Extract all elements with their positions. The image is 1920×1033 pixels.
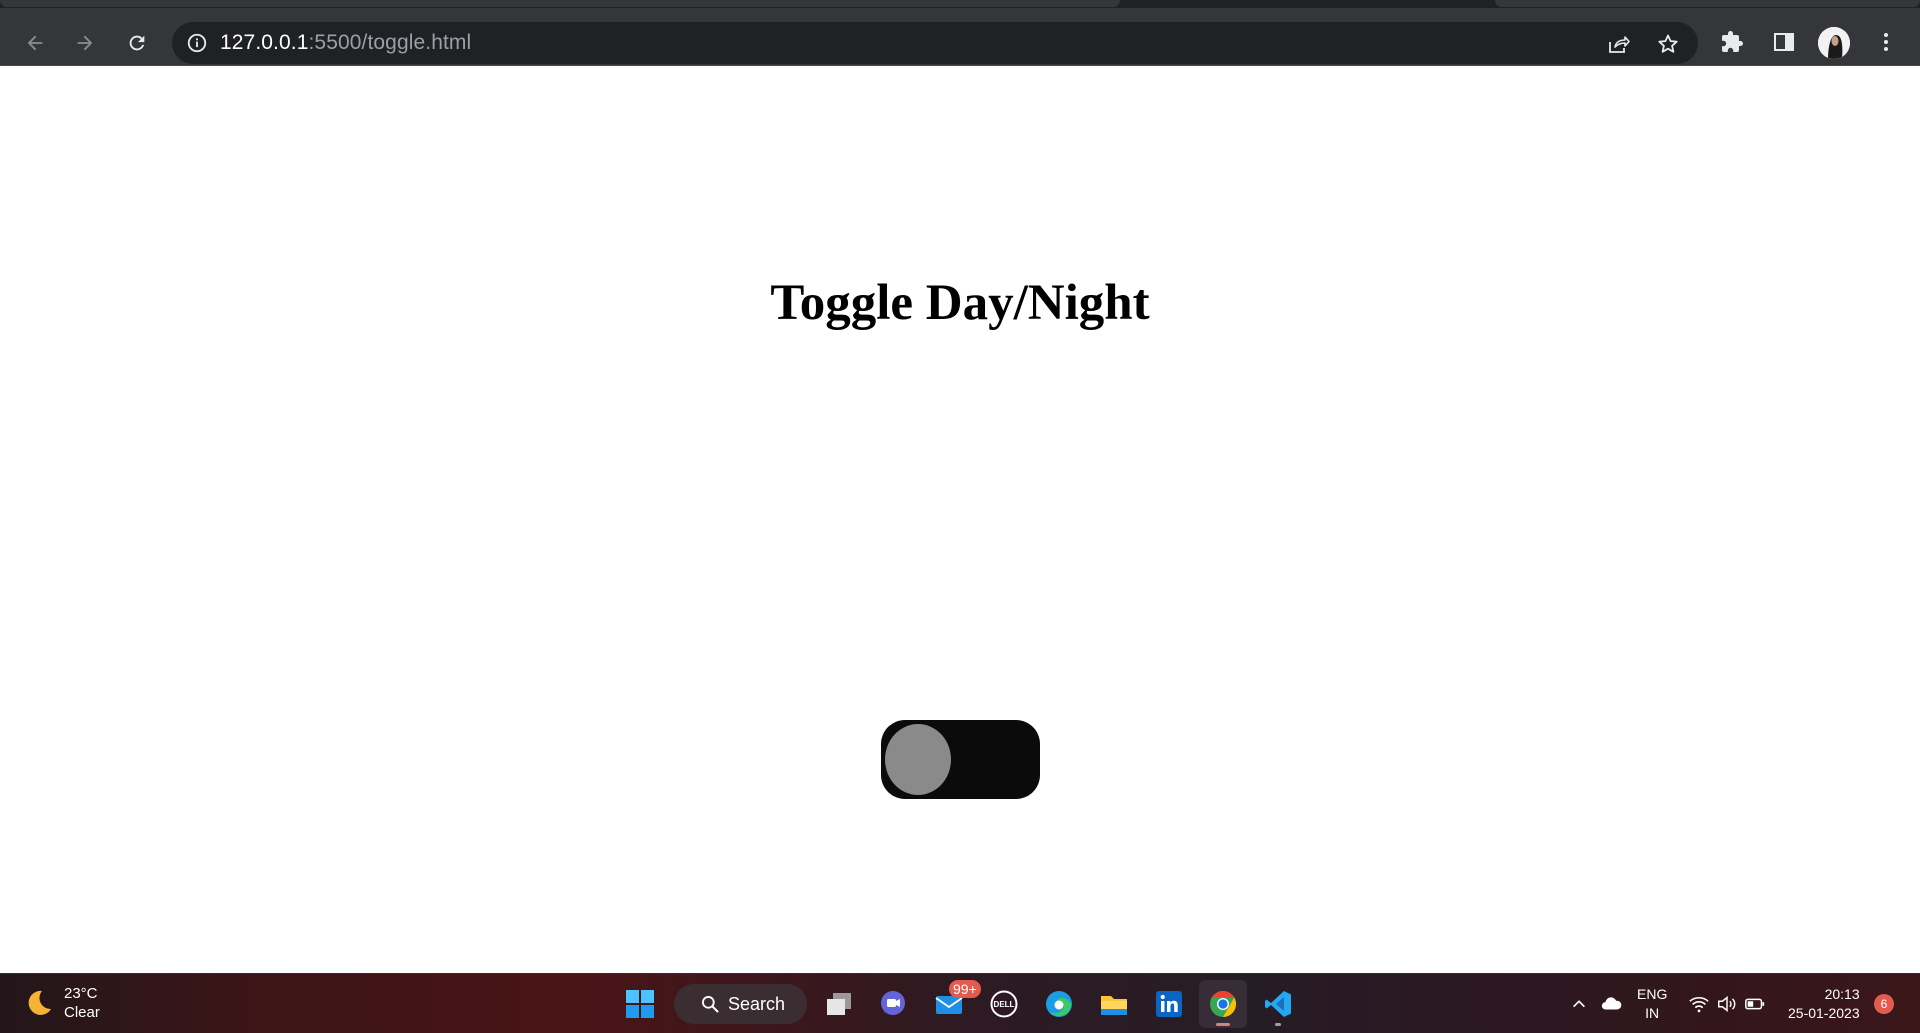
weather-condition: Clear [64, 1004, 100, 1021]
mail-badge: 99+ [949, 980, 981, 998]
day-night-toggle[interactable] [881, 720, 1040, 799]
info-icon [187, 33, 207, 53]
vscode-icon [1265, 991, 1291, 1017]
chrome-menu-button[interactable] [1872, 28, 1900, 56]
linkedin-icon [1156, 991, 1182, 1017]
teams-chat-icon [881, 991, 905, 1015]
mail-button[interactable]: 99+ [925, 980, 981, 1028]
side-panel-button[interactable] [1770, 28, 1798, 56]
clock-date: 25-01-2023 [1788, 1005, 1860, 1021]
start-button[interactable] [616, 980, 664, 1028]
show-hidden-icons-button[interactable] [1570, 974, 1588, 1033]
windows-taskbar: 23°C Clear Search 99+ DELL ENG IN 20:13 … [0, 973, 1920, 1033]
extensions-button[interactable] [1718, 28, 1746, 56]
moon-icon [28, 990, 51, 1015]
task-view-icon [827, 993, 851, 1015]
reload-icon [129, 35, 145, 51]
network-volume-battery-button[interactable] [1688, 974, 1766, 1033]
search-icon [702, 996, 719, 1013]
notification-badge[interactable]: 6 [1874, 994, 1894, 1014]
bookmark-button[interactable] [1656, 32, 1680, 56]
share-button[interactable] [1606, 32, 1630, 56]
edge-button[interactable] [1035, 980, 1083, 1028]
onedrive-button[interactable] [1600, 974, 1622, 1033]
url-text[interactable]: 127.0.0.1:5500/toggle.html [220, 31, 471, 55]
edge-icon [1046, 991, 1072, 1017]
taskbar-search[interactable]: Search [674, 984, 807, 1024]
tab-inactive[interactable] [1495, 0, 1920, 7]
wifi-icon [1689, 997, 1709, 1013]
volume-icon [1718, 996, 1736, 1012]
side-panel-icon [1774, 33, 1794, 51]
weather-widget[interactable]: 23°C Clear [22, 984, 100, 1022]
site-info-button[interactable] [186, 32, 208, 54]
language-code: ENG [1637, 986, 1668, 1002]
share-icon [1609, 36, 1630, 53]
kebab-menu-icon [1884, 33, 1888, 51]
url-path: :5500/toggle.html [308, 31, 472, 54]
forward-button[interactable] [68, 26, 102, 60]
url-host: 127.0.0.1 [220, 31, 309, 54]
reload-button[interactable] [120, 26, 154, 60]
teams-chat-button[interactable] [869, 980, 917, 1028]
chevron-up-icon [1573, 1000, 1585, 1008]
toggle-knob[interactable] [885, 724, 951, 795]
search-label: Search [728, 993, 786, 1014]
windows-logo-icon [626, 990, 654, 1018]
folder-icon [1101, 996, 1127, 1015]
clock[interactable]: 20:13 25-01-2023 [1788, 974, 1860, 1033]
back-button[interactable] [18, 26, 52, 60]
back-arrow-icon [27, 35, 43, 51]
linkedin-button[interactable] [1145, 980, 1193, 1028]
dell-icon: DELL [990, 990, 1018, 1018]
task-view-button[interactable] [815, 980, 863, 1028]
cloud-icon [1601, 997, 1622, 1010]
forward-arrow-icon [77, 35, 93, 51]
star-icon [1658, 34, 1678, 53]
page-heading: Toggle Day/Night [770, 275, 1150, 331]
battery-icon [1745, 998, 1765, 1010]
page-viewport: Toggle Day/Night [0, 66, 1920, 973]
chrome-taskbar-button[interactable] [1199, 980, 1247, 1028]
file-explorer-button[interactable] [1090, 980, 1138, 1028]
chrome-icon [1210, 990, 1237, 1018]
region-code: IN [1645, 1005, 1660, 1021]
svg-text:DELL: DELL [994, 1000, 1015, 1009]
weather-temperature: 23°C [64, 985, 98, 1002]
language-indicator[interactable]: ENG IN [1637, 974, 1667, 1033]
address-bar[interactable]: 127.0.0.1:5500/toggle.html [172, 22, 1698, 64]
profile-avatar[interactable] [1818, 27, 1850, 59]
dell-button[interactable]: DELL [980, 980, 1028, 1028]
active-indicator [1216, 1023, 1230, 1026]
avatar-image [1818, 27, 1850, 59]
vscode-button[interactable] [1254, 980, 1302, 1028]
puzzle-icon [1722, 31, 1743, 52]
browser-toolbar: 127.0.0.1:5500/toggle.html [0, 8, 1920, 65]
clock-time: 20:13 [1824, 986, 1860, 1002]
tab-active[interactable] [0, 0, 1120, 7]
running-indicator [1275, 1023, 1281, 1026]
